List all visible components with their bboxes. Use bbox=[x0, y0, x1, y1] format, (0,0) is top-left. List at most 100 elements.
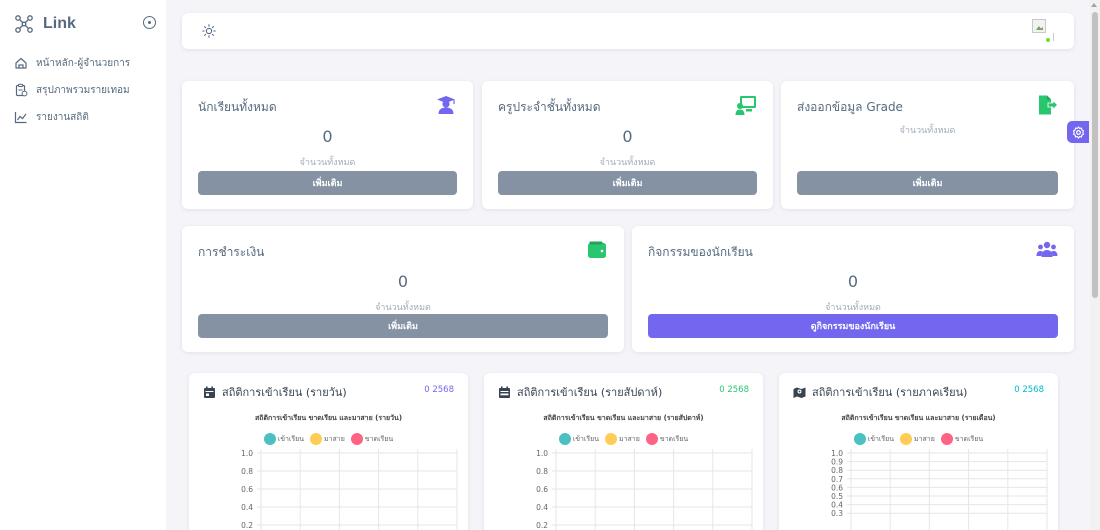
legend-swatch bbox=[899, 433, 912, 445]
sidebar-item-label: รายงานสถิติ bbox=[36, 111, 89, 123]
chart-header: สถิติการเข้าเรียน (รายภาคเรียน) bbox=[793, 383, 967, 401]
legend-swatch bbox=[604, 433, 617, 445]
daily-attendance-card: 1.0 0.8 0.6 0.4 0.2 สถิติการเข้าเรียน (รายวั… bbox=[189, 373, 468, 530]
view-activities-button[interactable]: ดูกิจกรรมของนักเรียน bbox=[648, 314, 1058, 338]
legend-item-absent[interactable]: ขาดเรียน bbox=[350, 433, 394, 445]
y-tick-label: 0.6 bbox=[536, 485, 548, 494]
sun-icon[interactable] bbox=[202, 24, 216, 38]
teachers-more-button[interactable]: เพิ่มเติม bbox=[498, 171, 757, 195]
chart-title: สถิติการเข้าเรียน (รายวัน) bbox=[222, 386, 347, 399]
y-tick-label: 0.8 bbox=[241, 467, 253, 476]
legend-item-late[interactable]: มาสาย bbox=[604, 433, 640, 445]
card-title: ส่งออกข้อมูล Grade bbox=[797, 100, 903, 114]
year-badge[interactable]: 0 2568 bbox=[424, 385, 454, 395]
sidebar-item-statistics[interactable]: รายงานสถิติ bbox=[14, 108, 130, 126]
topbar bbox=[182, 13, 1074, 49]
chart-legend: เข้าเรียน มาสาย ขาดเรียน bbox=[189, 433, 468, 445]
chart-subtitle: สถิติการเข้าเรียน ขาดเรียน และมาสาย (ราย… bbox=[543, 414, 704, 422]
calendar-week-icon bbox=[499, 386, 510, 398]
card-caption: จำนวนทั้งหมด bbox=[899, 126, 956, 136]
legend-item-absent[interactable]: ขาดเรียน bbox=[645, 433, 688, 445]
clipboard-icon bbox=[15, 83, 28, 97]
sidebar-item-home[interactable]: หน้าหลัก-ผู้จำนวยการ bbox=[14, 54, 130, 72]
legend-swatch bbox=[853, 433, 866, 445]
customizer-button[interactable] bbox=[1067, 121, 1089, 143]
scroll-thumb[interactable] bbox=[1092, 12, 1098, 298]
network-logo-icon bbox=[15, 15, 33, 33]
online-status-dot bbox=[1045, 37, 1051, 43]
teachers-card: ครูประจำชั้นทั้งหมด 0 จำนวนทั้งหมด เพิ่ม… bbox=[482, 81, 773, 209]
sidebar-menu: หน้าหลัก-ผู้จำนวยการ สรุปภาพรวมรายเทอม ร… bbox=[14, 54, 130, 135]
y-tick-label: 0.2 bbox=[241, 521, 253, 530]
brand-name: Link bbox=[43, 15, 76, 32]
term-attendance-card: 1.0 0.9 0.8 0.7 0.6 0.5 0.4 0.3 สถิติการเข้าเรี… bbox=[779, 373, 1058, 530]
wallet-icon bbox=[588, 241, 606, 258]
legend-item-present[interactable]: เข้าเรียน bbox=[263, 433, 304, 445]
home-icon bbox=[15, 57, 27, 69]
card-value: 0 bbox=[622, 127, 633, 146]
calendar-day-icon bbox=[204, 386, 215, 398]
payment-more-button[interactable]: เพิ่มเติม bbox=[198, 314, 608, 338]
legend-label: ขาดเรียน bbox=[364, 434, 394, 443]
legend-item-absent[interactable]: ขาดเรียน bbox=[940, 433, 984, 445]
chart-title: สถิติการเข้าเรียน (รายภาคเรียน) bbox=[812, 386, 968, 399]
chart-legend: เข้าเรียน มาสาย ขาดเรียน bbox=[484, 433, 763, 445]
card-caption: จำนวนทั้งหมด bbox=[825, 303, 881, 313]
legend-item-late[interactable]: มาสาย bbox=[899, 433, 935, 445]
brand[interactable]: Link bbox=[14, 12, 76, 36]
students-more-button[interactable]: เพิ่มเติม bbox=[198, 171, 457, 195]
year-badge[interactable]: 0 2568 bbox=[1014, 385, 1044, 395]
legend-item-present[interactable]: เข้าเรียน bbox=[558, 433, 599, 445]
y-tick-label: 0.6 bbox=[241, 485, 253, 494]
y-tick-label: 1.0 bbox=[536, 449, 548, 458]
legend-item-late[interactable]: มาสาย bbox=[309, 433, 345, 445]
legend-swatch bbox=[263, 433, 276, 445]
chart-title: สถิติการเข้าเรียน (รายสัปดาห์) bbox=[517, 386, 663, 399]
grade-export-card: ส่งออกข้อมูล Grade จำนวนทั้งหมด เพิ่มเติ… bbox=[781, 81, 1074, 209]
scroll-up-arrow-icon[interactable] bbox=[1091, 3, 1097, 7]
chart-legend: เข้าเรียน มาสาย ขาดเรียน bbox=[779, 433, 1058, 445]
card-value: 0 bbox=[397, 272, 409, 291]
legend-item-present[interactable]: เข้าเรียน bbox=[853, 433, 894, 445]
page-scrollbar[interactable] bbox=[1090, 0, 1100, 530]
divider bbox=[1053, 33, 1054, 41]
legend-label: ขาดเรียน bbox=[954, 434, 984, 443]
teacher-board-icon bbox=[735, 96, 756, 115]
card-title: นักเรียนทั้งหมด bbox=[198, 100, 277, 114]
legend-swatch bbox=[645, 433, 658, 445]
payment-card: การชำระเงิน 0 จำนวนทั้งหมด เพิ่มเติม bbox=[182, 226, 624, 352]
chart-header: สถิติการเข้าเรียน (รายสัปดาห์) bbox=[498, 383, 662, 401]
legend-swatch bbox=[940, 433, 953, 445]
legend-label: มาสาย bbox=[913, 434, 935, 443]
sidebar-item-label: หน้าหลัก-ผู้จำนวยการ bbox=[36, 57, 131, 69]
file-export-icon bbox=[1039, 95, 1058, 115]
grade-more-button[interactable]: เพิ่มเติม bbox=[797, 171, 1058, 195]
legend-swatch bbox=[558, 433, 571, 445]
year-badge[interactable]: 0 2568 bbox=[719, 385, 749, 395]
y-tick-label: 0.8 bbox=[536, 467, 548, 476]
sidebar-item-term-summary[interactable]: สรุปภาพรวมรายเทอม bbox=[14, 81, 130, 99]
legend-swatch bbox=[350, 433, 363, 445]
legend-label: มาสาย bbox=[618, 434, 640, 443]
y-tick-label: 0.2 bbox=[536, 521, 548, 530]
graduate-icon bbox=[437, 96, 455, 114]
card-caption: จำนวนทั้งหมด bbox=[299, 158, 356, 168]
chart-subtitle: สถิติการเข้าเรียน ขาดเรียน และมาสาย (ราย… bbox=[254, 414, 403, 422]
chart-header: สถิติการเข้าเรียน (รายวัน) bbox=[203, 383, 347, 401]
legend-swatch bbox=[309, 433, 322, 445]
sidebar-item-label: สรุปภาพรวมรายเทอม bbox=[36, 84, 130, 96]
chart-icon bbox=[14, 112, 27, 124]
students-card: นักเรียนทั้งหมด 0 จำนวนทั้งหมด เพิ่มเติม bbox=[182, 81, 473, 209]
card-title: ครูประจำชั้นทั้งหมด bbox=[498, 100, 601, 114]
legend-label: เข้าเรียน bbox=[572, 434, 599, 443]
card-title: การชำระเงิน bbox=[198, 245, 265, 259]
map-icon bbox=[793, 387, 806, 398]
avatar[interactable] bbox=[1032, 19, 1054, 43]
y-tick-label: 0.4 bbox=[241, 503, 253, 512]
legend-label: เข้าเรียน bbox=[277, 434, 304, 443]
legend-label: เข้าเรียน bbox=[867, 434, 894, 443]
sidebar-collapse-button[interactable] bbox=[143, 16, 156, 29]
broken-image-icon bbox=[1032, 19, 1046, 33]
chart-subtitle: สถิติการเข้าเรียน ขาดเรียน และมาสาย (ราย… bbox=[841, 414, 996, 422]
card-value: 0 bbox=[322, 127, 333, 146]
